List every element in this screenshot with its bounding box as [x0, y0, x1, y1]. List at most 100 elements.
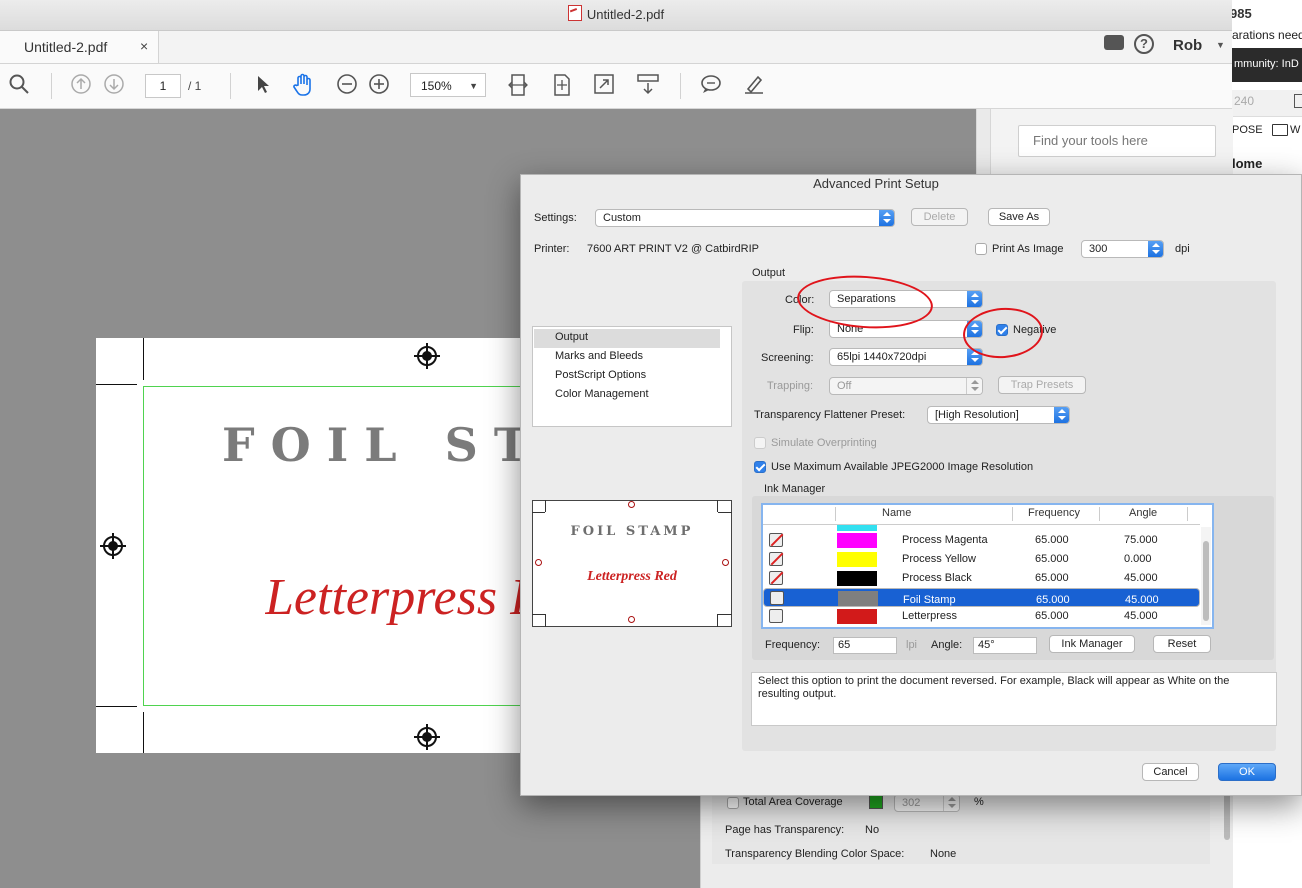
bg-text-line: arations need — [1232, 28, 1302, 42]
use-max-jpeg2000-checkbox[interactable] — [754, 461, 766, 473]
bg-pose-label: POSE — [1232, 124, 1263, 136]
column-divider — [1012, 507, 1013, 521]
ink-name: Process Yellow — [902, 553, 976, 565]
ink-row[interactable]: Process Black 65.000 45.000 — [763, 569, 1200, 588]
section-item-output[interactable]: Output — [555, 331, 588, 343]
ink-table-scrollbar[interactable] — [1201, 527, 1211, 625]
header-divider — [763, 524, 1200, 525]
select-arrow-icon[interactable] — [249, 73, 275, 99]
reset-button[interactable]: Reset — [1153, 635, 1211, 653]
angle-input[interactable]: 45° — [973, 637, 1037, 654]
section-item-marks-bleeds[interactable]: Marks and Bleeds — [555, 350, 643, 362]
dpi-value: 300 — [1089, 243, 1108, 255]
total-area-value-select[interactable]: 302 — [894, 794, 960, 812]
zoom-level-select[interactable]: 150% ▼ — [410, 73, 486, 97]
ink-manager-group-label: Ink Manager — [764, 483, 826, 495]
dpi-select[interactable]: 300 — [1081, 240, 1164, 258]
section-item-postscript[interactable]: PostScript Options — [555, 369, 646, 381]
coverage-color-swatch[interactable] — [869, 795, 883, 809]
printer-disabled-icon[interactable] — [769, 571, 783, 585]
page-number-input[interactable]: 1 — [145, 74, 181, 98]
next-page-icon[interactable] — [101, 73, 127, 99]
ink-color-swatch — [837, 571, 877, 586]
zoom-out-icon[interactable] — [334, 73, 360, 99]
frequency-input[interactable]: 65 — [833, 637, 897, 654]
zoom-in-icon[interactable] — [366, 73, 392, 99]
frequency-label: Frequency: — [765, 639, 821, 651]
printer-icon[interactable] — [769, 609, 783, 623]
fit-width-icon[interactable] — [505, 73, 531, 99]
comment-bubble-icon[interactable] — [698, 73, 724, 99]
user-name[interactable]: Rob — [1173, 37, 1202, 54]
dialog-title: Advanced Print Setup — [813, 176, 939, 191]
page-transparency-value: No — [865, 824, 880, 836]
full-screen-icon[interactable] — [591, 73, 617, 99]
section-item-color-management[interactable]: Color Management — [555, 388, 649, 400]
comment-icon[interactable] — [1104, 35, 1124, 50]
trapping-select[interactable]: Off — [829, 377, 983, 395]
zoom-level-value: 150% — [421, 79, 452, 93]
ink-name: Process Magenta — [902, 534, 988, 546]
ink-table-header-angle[interactable]: Angle — [1129, 507, 1157, 519]
preview-crop-mark — [718, 512, 732, 513]
ok-button[interactable]: OK — [1218, 763, 1276, 781]
bg-w-label: W — [1290, 124, 1301, 136]
flattener-preset-select[interactable]: [High Resolution] — [927, 406, 1070, 424]
simulate-overprinting-checkbox[interactable] — [754, 437, 766, 449]
ink-frequency: 65.000 — [1035, 572, 1069, 584]
total-area-coverage-checkbox[interactable] — [727, 797, 739, 809]
scroll-mode-icon[interactable] — [635, 73, 661, 99]
folder-icon — [1272, 124, 1288, 136]
trap-presets-button[interactable]: Trap Presets — [998, 376, 1086, 394]
ink-row[interactable]: Letterpress 65.000 45.000 — [763, 607, 1200, 626]
ink-manager-button[interactable]: Ink Manager — [1049, 635, 1135, 653]
bg-field: 240 — [1234, 94, 1255, 108]
printer-icon[interactable] — [770, 591, 784, 605]
ink-color-swatch — [838, 591, 878, 606]
document-tab-label[interactable]: Untitled-2.pdf — [24, 39, 107, 55]
bg-toolbar: 240 — [1232, 90, 1302, 117]
crop-mark — [143, 712, 144, 753]
chevron-updown-icon — [1148, 241, 1163, 257]
panel-scrollbar[interactable] — [1224, 790, 1230, 840]
ink-row-selected[interactable]: Foil Stamp 65.000 45.000 — [763, 588, 1200, 607]
tab-close-icon[interactable]: × — [140, 38, 148, 54]
toolbar-divider — [230, 73, 231, 99]
page-preview — [532, 500, 732, 627]
chevron-updown-icon — [1054, 407, 1069, 423]
settings-select[interactable]: Custom — [595, 209, 895, 227]
tools-search-input[interactable]: Find your tools here — [1018, 125, 1216, 157]
angle-label: Angle: — [931, 639, 963, 651]
cancel-button[interactable]: Cancel — [1142, 763, 1199, 781]
help-icon[interactable]: ? — [1134, 34, 1154, 54]
registration-mark — [100, 533, 126, 559]
printer-label: Printer: — [534, 243, 570, 255]
fit-page-icon[interactable] — [549, 73, 575, 99]
printer-disabled-icon[interactable] — [769, 533, 783, 547]
scroll-thumb[interactable] — [1203, 541, 1209, 621]
printer-disabled-icon[interactable] — [769, 552, 783, 566]
ink-table-header-name[interactable]: Name — [882, 507, 911, 519]
preview-crop-mark — [545, 614, 546, 627]
delete-button[interactable]: Delete — [911, 208, 968, 226]
print-as-image-checkbox[interactable] — [975, 243, 987, 255]
ink-table-header-frequency[interactable]: Frequency — [1028, 507, 1080, 519]
blending-space-label: Transparency Blending Color Space: — [725, 848, 905, 860]
ink-angle: 0.000 — [1124, 553, 1152, 565]
flip-label: Flip: — [793, 324, 814, 336]
search-icon[interactable] — [6, 73, 32, 99]
hand-tool-icon[interactable] — [290, 73, 316, 99]
highlight-pen-icon[interactable] — [741, 73, 767, 99]
preview-crop-mark — [718, 614, 732, 615]
user-menu-chevron-icon[interactable]: ▼ — [1216, 40, 1225, 50]
ink-angle: 75.000 — [1124, 534, 1158, 546]
previous-page-icon[interactable] — [68, 73, 94, 99]
ink-row[interactable]: Process Yellow 65.000 0.000 — [763, 550, 1200, 569]
ink-row[interactable]: Process Magenta 65.000 75.000 — [763, 531, 1200, 550]
save-as-button[interactable]: Save As — [988, 208, 1050, 226]
use-max-jpeg2000-label: Use Maximum Available JPEG2000 Image Res… — [771, 461, 1034, 473]
flattener-preset-label: Transparency Flattener Preset: — [754, 409, 906, 421]
preview-registration-mark — [722, 559, 729, 566]
total-area-value: 302 — [902, 797, 921, 809]
screening-select[interactable]: 65lpi 1440x720dpi — [829, 348, 983, 366]
